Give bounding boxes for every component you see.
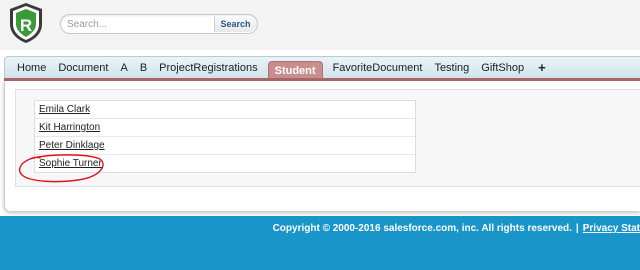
tab-student[interactable]: Student (267, 60, 323, 80)
tab-home[interactable]: Home (11, 57, 52, 79)
student-link-peter-dinklage[interactable]: Peter Dinklage (39, 140, 105, 151)
tab-document[interactable]: Document (52, 57, 114, 79)
content-panel: Emila Clark Kit Harrington Peter Dinklag… (15, 89, 640, 187)
footer-text: Copyright © 2000-2016 salesforce.com, in… (273, 223, 640, 234)
tab-a[interactable]: A (114, 57, 133, 79)
tab-favorite-document[interactable]: FavoriteDocument (327, 57, 429, 79)
annotation-ellipse (18, 154, 104, 183)
copyright-text: Copyright © 2000-2016 salesforce.com, in… (272, 223, 572, 234)
footer-separator: | (575, 223, 579, 234)
list-item: Kit Harrington (35, 119, 415, 137)
tab-bar: Home Document A B ProjectRegistrations S… (4, 56, 640, 80)
tab-b[interactable]: B (134, 57, 153, 79)
add-tab-button[interactable]: + (530, 57, 554, 79)
tab-list: Home Document A B ProjectRegistrations S… (11, 57, 554, 80)
tab-project-registrations[interactable]: ProjectRegistrations (153, 57, 263, 79)
tab-testing[interactable]: Testing (428, 57, 475, 79)
logo-icon[interactable]: R (8, 2, 44, 44)
main-content: Emila Clark Kit Harrington Peter Dinklag… (4, 81, 640, 211)
logo-letter: R (20, 16, 32, 35)
search-input[interactable] (67, 16, 207, 32)
footer: Copyright © 2000-2016 salesforce.com, in… (0, 216, 640, 270)
list-item: Emila Clark (35, 101, 415, 119)
privacy-statement-link[interactable]: Privacy Stat (583, 223, 640, 234)
search-box: Search (60, 14, 258, 34)
header: R Search (0, 0, 640, 50)
tab-gift-shop[interactable]: GiftShop (475, 57, 530, 79)
student-link-emila-clark[interactable]: Emila Clark (39, 104, 90, 115)
student-link-kit-harrington[interactable]: Kit Harrington (39, 122, 100, 133)
search-button[interactable]: Search (214, 16, 256, 32)
